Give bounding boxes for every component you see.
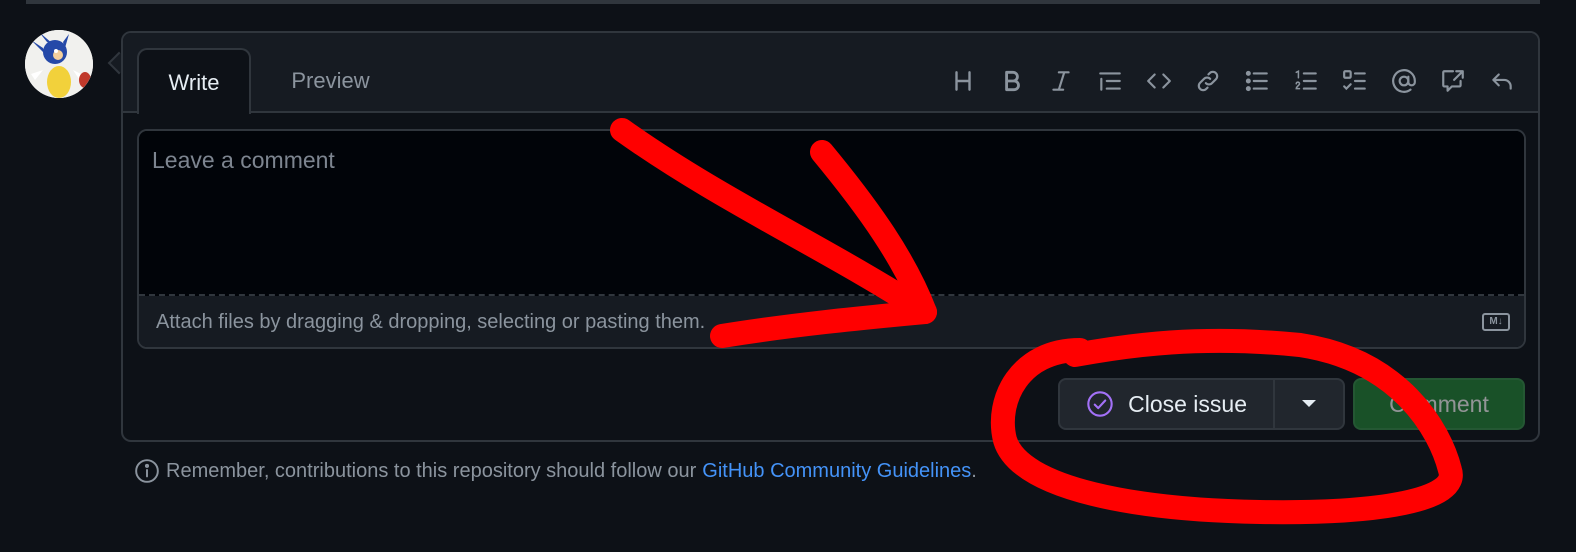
comment-textarea-wrapper: Attach files by dragging & dropping, sel… xyxy=(137,129,1526,349)
form-actions: Close issue Comment xyxy=(1058,378,1525,430)
tab-preview[interactable]: Preview xyxy=(268,48,393,114)
contribution-note: Remember, contributions to this reposito… xyxy=(134,458,977,484)
cross-reference-icon[interactable] xyxy=(1428,63,1477,99)
markdown-toolbar xyxy=(938,63,1526,99)
info-icon xyxy=(134,458,160,484)
new-comment-form: Write Preview Leave a comment Attach fil… xyxy=(121,31,1540,442)
close-options-dropdown[interactable] xyxy=(1275,380,1343,428)
bold-icon[interactable] xyxy=(987,63,1036,99)
quote-icon[interactable] xyxy=(1085,63,1134,99)
comment-button[interactable]: Comment xyxy=(1353,378,1525,430)
issue-comment-page: Write Preview Leave a comment Attach fil… xyxy=(0,0,1576,552)
markdown-icon[interactable]: M↓ xyxy=(1482,313,1510,331)
heading-icon[interactable] xyxy=(938,63,987,99)
close-issue-label: Close issue xyxy=(1128,390,1247,417)
saved-replies-icon[interactable] xyxy=(1477,63,1526,99)
contribution-note-suffix: . xyxy=(971,459,977,482)
link-icon[interactable] xyxy=(1183,63,1232,99)
task-list-icon[interactable] xyxy=(1330,63,1379,99)
code-icon[interactable] xyxy=(1134,63,1183,99)
file-attachment-bar[interactable]: Attach files by dragging & dropping, sel… xyxy=(139,296,1524,347)
triangle-down-icon xyxy=(1301,395,1317,413)
community-guidelines-link[interactable]: GitHub Community Guidelines xyxy=(702,460,971,483)
mention-icon[interactable] xyxy=(1379,63,1428,99)
issue-closed-icon xyxy=(1086,390,1114,418)
close-issue-button-group: Close issue xyxy=(1058,378,1345,430)
contribution-note-text: Remember, contributions to this reposito… xyxy=(166,459,697,482)
attach-hint: Attach files by dragging & dropping, sel… xyxy=(156,311,706,333)
bulleted-list-icon[interactable] xyxy=(1232,63,1281,99)
tab-write[interactable]: Write xyxy=(137,48,251,114)
comment-textarea[interactable] xyxy=(139,131,1524,296)
editor-header: Write Preview xyxy=(123,33,1538,114)
avatar[interactable] xyxy=(25,30,93,98)
numbered-list-icon[interactable] xyxy=(1281,63,1330,99)
close-issue-button[interactable]: Close issue xyxy=(1060,380,1275,428)
italic-icon[interactable] xyxy=(1036,63,1085,99)
timeline-divider xyxy=(26,0,1540,4)
